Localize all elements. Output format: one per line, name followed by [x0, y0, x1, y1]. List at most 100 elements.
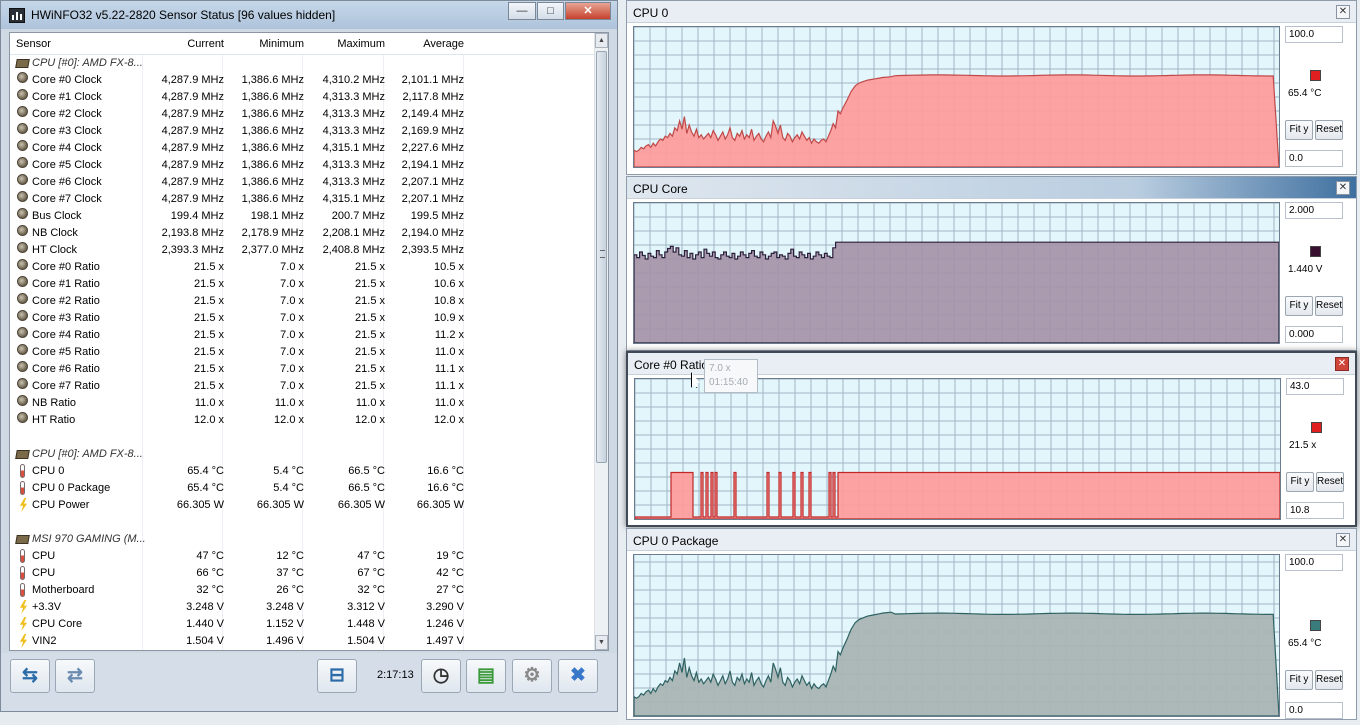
- sensor-row[interactable]: Core #0 Ratio 21.5 x 7.0 x 21.5 x 10.5 x: [10, 259, 596, 276]
- vertical-scrollbar[interactable]: ▲ ▼: [594, 33, 608, 650]
- sensor-row[interactable]: Core #7 Clock 4,287.9 MHz 1,386.6 MHz 4,315…: [10, 191, 596, 208]
- sensor-row[interactable]: Core #2 Ratio 21.5 x 7.0 x 21.5 x 10.8 x: [10, 293, 596, 310]
- sensor-row[interactable]: CPU 0 Package 65.4 °C 5.4 °C 66.5 °C 16.6 °C: [10, 480, 596, 497]
- y-min-field[interactable]: 10.8: [1286, 502, 1344, 519]
- sensor-row[interactable]: Core #1 Clock 4,287.9 MHz 1,386.6 MHz 4,313…: [10, 89, 596, 106]
- minimum-value: 1,386.6 MHz: [241, 125, 304, 137]
- minimize-button[interactable]: —: [508, 2, 536, 20]
- sensor-row[interactable]: NB Clock 2,193.8 MHz 2,178.9 MHz 2,208.1 MH…: [10, 225, 596, 242]
- fit-y-button[interactable]: Fit y: [1285, 296, 1313, 316]
- header-sensor[interactable]: Sensor: [16, 38, 51, 50]
- clock-reset-button[interactable]: ◷: [421, 659, 461, 693]
- sensor-row[interactable]: CPU 47 °C 12 °C 47 °C 19 °C: [10, 548, 596, 565]
- graph-window-cpu0-package[interactable]: CPU 0 Package ✕ 100.0 65.4 °C Fit y Reset…: [626, 528, 1357, 720]
- sensor-row[interactable]: Core #5 Ratio 21.5 x 7.0 x 21.5 x 11.0 x: [10, 344, 596, 361]
- maximum-value: 4,313.3 MHz: [322, 176, 385, 188]
- sensor-row[interactable]: Core #6 Ratio 21.5 x 7.0 x 21.5 x 11.1 x: [10, 361, 596, 378]
- scroll-up-button[interactable]: ▲: [595, 33, 608, 48]
- graph-titlebar[interactable]: CPU 0 Package ✕: [627, 529, 1356, 551]
- reset-button[interactable]: Reset: [1315, 296, 1343, 316]
- graph-titlebar[interactable]: CPU 0 ✕: [627, 1, 1356, 23]
- close-sensors-button[interactable]: ✖: [558, 659, 598, 693]
- header-average[interactable]: Average: [423, 38, 464, 50]
- sensor-row[interactable]: Core #4 Ratio 21.5 x 7.0 x 21.5 x 11.2 x: [10, 327, 596, 344]
- sensor-name: +3.3V: [32, 601, 62, 613]
- network-button[interactable]: ⊟: [317, 659, 357, 693]
- sensor-name: Core #1 Ratio: [32, 278, 100, 290]
- sensor-name: HT Ratio: [32, 414, 76, 426]
- sensor-row[interactable]: Core #3 Clock 4,287.9 MHz 1,386.6 MHz 4,313…: [10, 123, 596, 140]
- color-swatch[interactable]: [1310, 620, 1321, 631]
- sensor-group-row[interactable]: CPU [#0]: AMD FX-8...: [10, 446, 596, 463]
- maximum-value: 21.5 x: [355, 380, 385, 392]
- current-value: 12.0 x: [194, 414, 224, 426]
- close-icon[interactable]: ✕: [1336, 181, 1350, 195]
- maximize-button[interactable]: □: [537, 2, 564, 20]
- sensor-row[interactable]: +3.3V 3.248 V 3.248 V 3.312 V 3.290 V: [10, 599, 596, 616]
- settings-button[interactable]: ⚙: [512, 659, 552, 693]
- graph-window-cpu0[interactable]: CPU 0 ✕ 100.0 65.4 °C Fit y Reset 0.0: [626, 0, 1357, 175]
- graph-titlebar[interactable]: CPU Core ✕: [627, 177, 1356, 199]
- average-value: 3.290 V: [426, 601, 464, 613]
- y-max-field[interactable]: 100.0: [1285, 554, 1343, 571]
- sensor-row[interactable]: HT Ratio 12.0 x 12.0 x 12.0 x 12.0 x: [10, 412, 596, 429]
- reset-button[interactable]: Reset: [1315, 670, 1343, 690]
- y-min-field[interactable]: 0.000: [1285, 326, 1343, 343]
- sensor-row[interactable]: Core #7 Ratio 21.5 x 7.0 x 21.5 x 11.1 x: [10, 378, 596, 395]
- sensor-row[interactable]: CPU Power 66.305 W 66.305 W 66.305 W 66.305 …: [10, 497, 596, 514]
- expand-columns-button[interactable]: ⇆: [10, 659, 50, 693]
- sensor-row[interactable]: Core #1 Ratio 21.5 x 7.0 x 21.5 x 10.6 x: [10, 276, 596, 293]
- y-max-field[interactable]: 100.0: [1285, 26, 1343, 43]
- close-icon[interactable]: ✕: [1336, 533, 1350, 547]
- sensor-row[interactable]: Core #3 Ratio 21.5 x 7.0 x 21.5 x 10.9 x: [10, 310, 596, 327]
- sensor-row[interactable]: Core #0 Clock 4,287.9 MHz 1,386.6 MHz 4,310…: [10, 72, 596, 89]
- fit-y-button[interactable]: Fit y: [1286, 472, 1314, 492]
- sensor-row[interactable]: Motherboard 32 °C 26 °C 32 °C 27 °C: [10, 582, 596, 599]
- scroll-down-button[interactable]: ▼: [595, 635, 608, 650]
- close-icon[interactable]: ✕: [1336, 5, 1350, 19]
- color-swatch[interactable]: [1311, 422, 1322, 433]
- sensor-row[interactable]: NB Ratio 11.0 x 11.0 x 11.0 x 11.0 x: [10, 395, 596, 412]
- y-max-field[interactable]: 43.0: [1286, 378, 1344, 395]
- sensor-row[interactable]: HT Clock 2,393.3 MHz 2,377.0 MHz 2,408.8 MH…: [10, 242, 596, 259]
- color-swatch[interactable]: [1310, 70, 1321, 81]
- window-titlebar[interactable]: HWiNFO32 v5.22-2820 Sensor Status [96 va…: [1, 1, 617, 29]
- header-minimum[interactable]: Minimum: [259, 38, 304, 50]
- color-swatch[interactable]: [1310, 246, 1321, 257]
- sensor-group-row[interactable]: MSI 970 GAMING (M...: [10, 531, 596, 548]
- collapse-columns-button[interactable]: ⇄: [55, 659, 95, 693]
- bottom-toolbar: ⇆ ⇄ ⊟ 2:17:13 ◷ ▤ ⚙ ✖: [1, 653, 617, 711]
- header-current[interactable]: Current: [187, 38, 224, 50]
- sensor-row[interactable]: Core #5 Clock 4,287.9 MHz 1,386.6 MHz 4,313…: [10, 157, 596, 174]
- y-min-field[interactable]: 0.0: [1285, 702, 1343, 719]
- sensor-row[interactable]: Bus Clock 199.4 MHz 198.1 MHz 200.7 MHz 199.…: [10, 208, 596, 225]
- sensor-name: Bus Clock: [32, 210, 82, 222]
- sensor-row[interactable]: CPU Core 1.440 V 1.152 V 1.448 V 1.246 V: [10, 616, 596, 633]
- reset-button[interactable]: Reset: [1316, 472, 1344, 492]
- sensor-row[interactable]: CPU 0 65.4 °C 5.4 °C 66.5 °C 16.6 °C: [10, 463, 596, 480]
- reset-button[interactable]: Reset: [1315, 120, 1343, 140]
- sensor-group-row[interactable]: CPU [#0]: AMD FX-8...: [10, 55, 596, 72]
- average-value: 2,194.1 MHz: [401, 159, 464, 171]
- close-button[interactable]: ✕: [565, 2, 611, 20]
- logging-button[interactable]: ▤: [466, 659, 506, 693]
- sensor-name: CPU 0: [32, 465, 65, 477]
- sensor-row[interactable]: VIN2 1.504 V 1.496 V 1.504 V 1.497 V: [10, 633, 596, 650]
- sensor-row[interactable]: Core #4 Clock 4,287.9 MHz 1,386.6 MHz 4,315…: [10, 140, 596, 157]
- scroll-thumb[interactable]: [596, 51, 607, 463]
- sensor-table[interactable]: Sensor Current Minimum Maximum Average C…: [9, 32, 609, 651]
- y-max-field[interactable]: 2.000: [1285, 202, 1343, 219]
- close-icon[interactable]: ✕: [1335, 357, 1349, 371]
- clock-sensor-icon: [17, 293, 28, 304]
- y-min-field[interactable]: 0.0: [1285, 150, 1343, 167]
- average-value: 2,207.1 MHz: [401, 193, 464, 205]
- sensor-name: Core #4 Ratio: [32, 329, 100, 341]
- sensor-row[interactable]: Core #6 Clock 4,287.9 MHz 1,386.6 MHz 4,313…: [10, 174, 596, 191]
- sensor-row[interactable]: CPU 66 °C 37 °C 67 °C 42 °C: [10, 565, 596, 582]
- maximum-value: 66.5 °C: [348, 465, 385, 477]
- fit-y-button[interactable]: Fit y: [1285, 670, 1313, 690]
- header-maximum[interactable]: Maximum: [337, 38, 385, 50]
- graph-window-cpu-core[interactable]: CPU Core ✕ 2.000 1.440 V Fit y Reset 0.00…: [626, 176, 1357, 351]
- sensor-row[interactable]: Core #2 Clock 4,287.9 MHz 1,386.6 MHz 4,313…: [10, 106, 596, 123]
- fit-y-button[interactable]: Fit y: [1285, 120, 1313, 140]
